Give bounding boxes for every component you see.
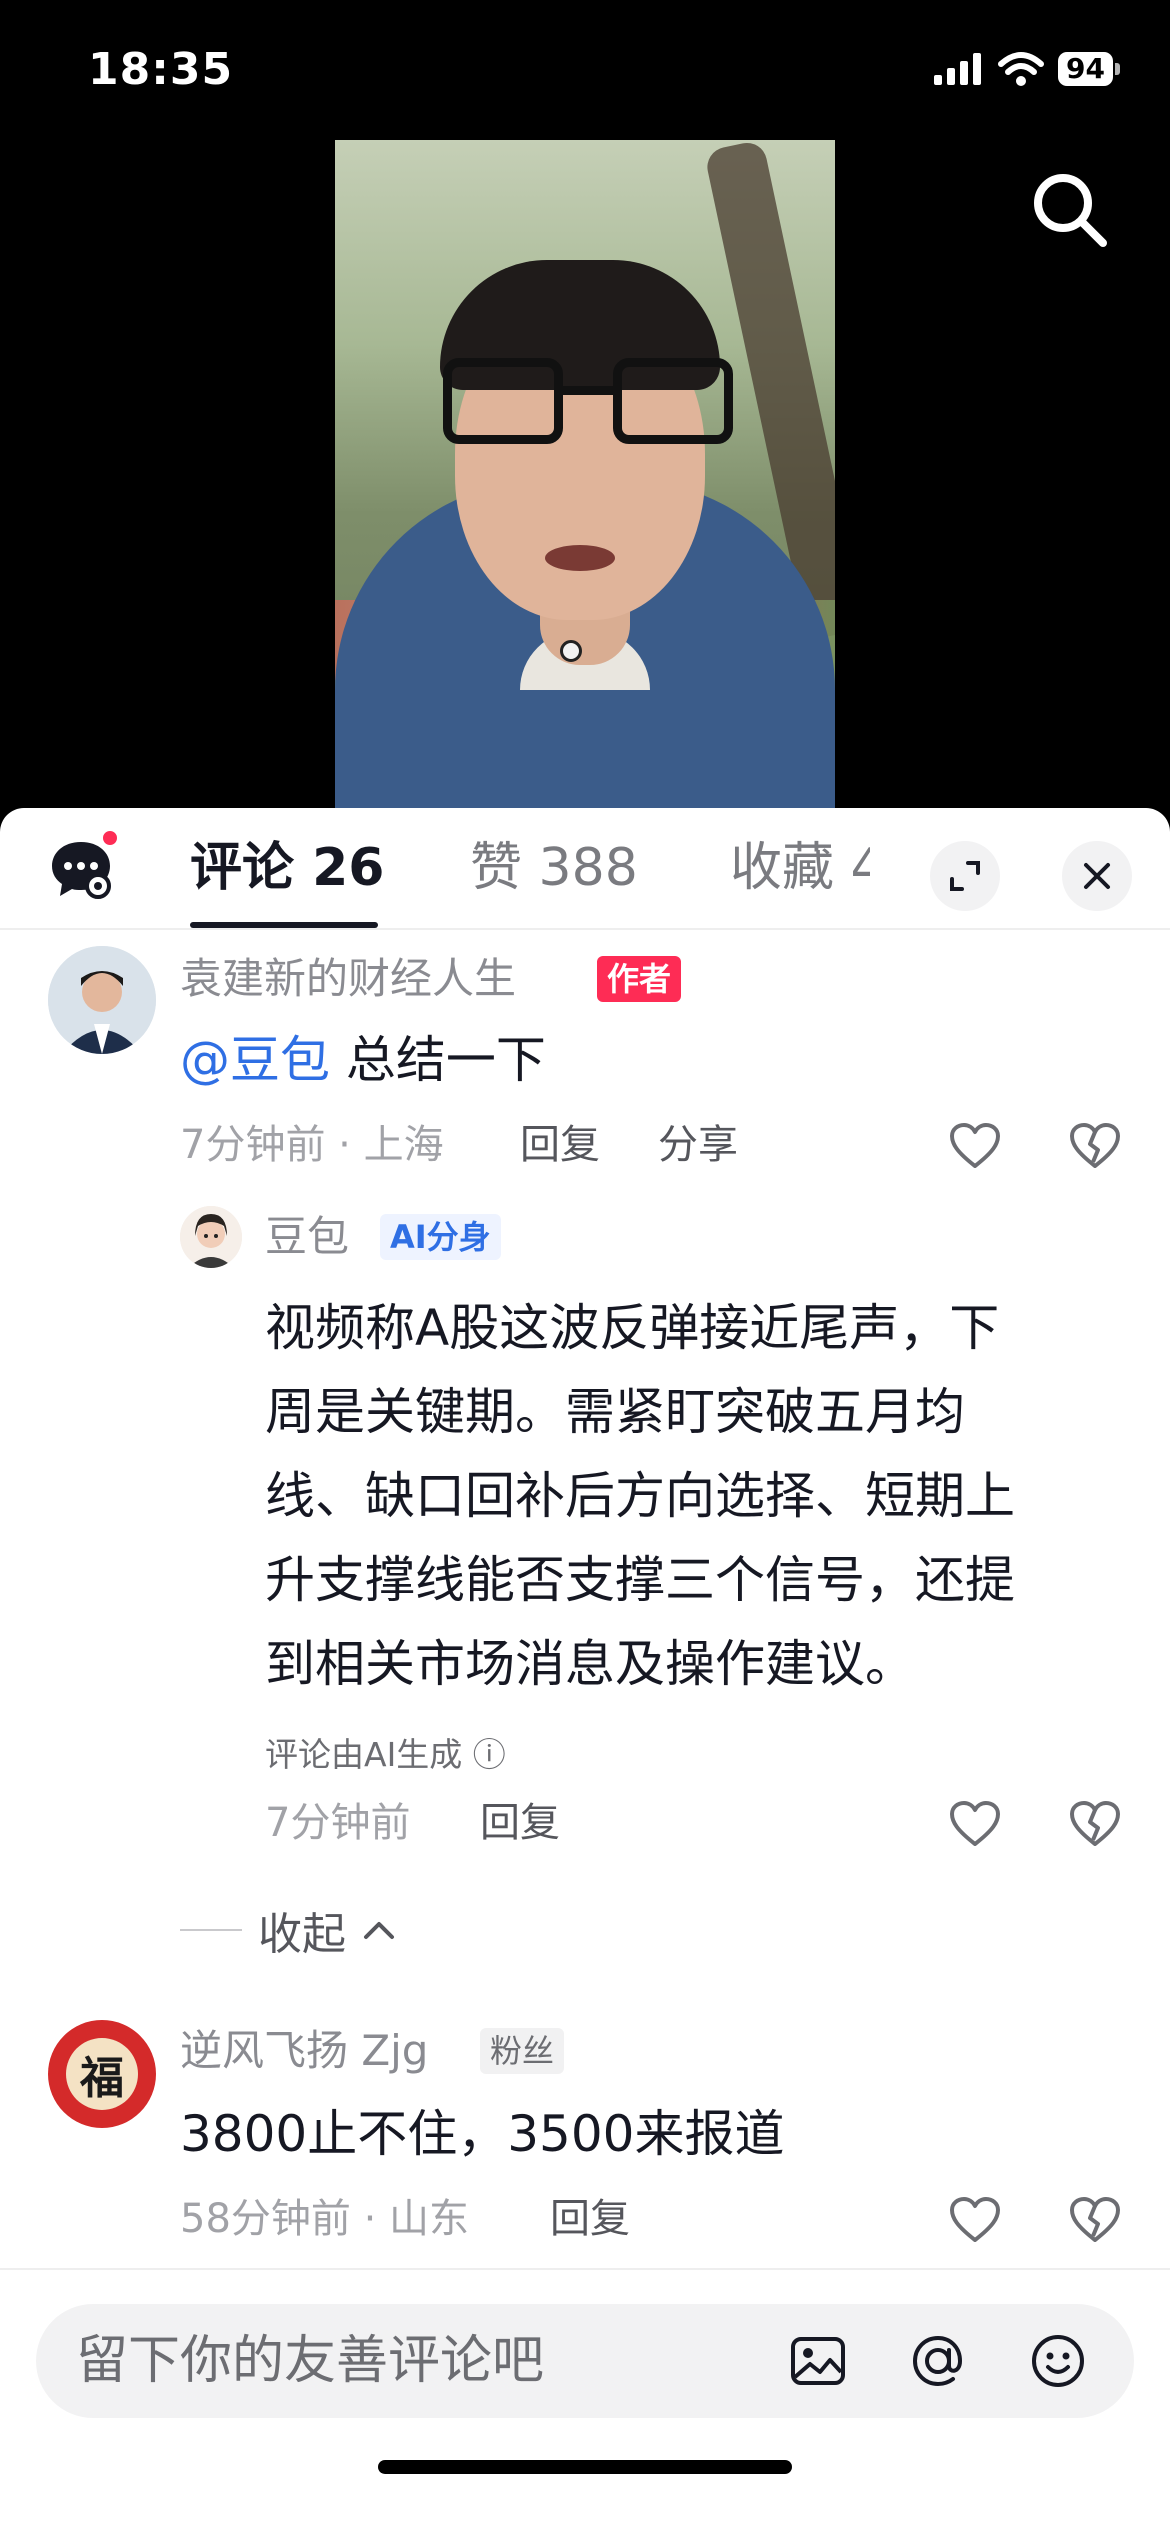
home-indicator xyxy=(378,2460,792,2474)
emoji-button[interactable] xyxy=(1028,2331,1088,2391)
search-button[interactable] xyxy=(1020,160,1120,260)
image-button[interactable] xyxy=(788,2331,848,2391)
tab-favorites[interactable]: 收藏 4 xyxy=(730,838,870,898)
dislike-icon xyxy=(1070,1123,1120,1168)
author-dislike-button[interactable] xyxy=(1065,1116,1125,1176)
fan-avatar[interactable]: 福 xyxy=(48,2020,156,2128)
fan-badge: 粉丝 xyxy=(480,2028,565,2074)
collapse-replies-button[interactable]: 收起 xyxy=(180,1898,396,1962)
author-reply-button[interactable]: 回复 xyxy=(520,1120,600,1170)
author-badge: 作者 xyxy=(597,956,682,1002)
close-icon xyxy=(1084,863,1110,889)
ai-mention-link[interactable]: @豆包 xyxy=(180,1031,330,1089)
close-button[interactable] xyxy=(1062,841,1132,911)
collapse-divider xyxy=(180,1929,242,1931)
dislike-icon xyxy=(1070,2197,1120,2242)
fan-comment-text: 3800止不住，3500来报道 xyxy=(180,2105,785,2163)
tab-bar: 评论 26 赞 388 收藏 4 xyxy=(0,808,1170,930)
chat-settings-icon[interactable] xyxy=(48,838,114,900)
tab-comments[interactable]: 评论 26 xyxy=(190,838,384,898)
tab-active-indicator xyxy=(190,922,378,928)
ai-avatar[interactable] xyxy=(180,1206,242,1268)
ai-reply-line: 升支撑线能否支撑三个信号，还提 xyxy=(265,1551,1015,1609)
ai-reply-button[interactable]: 回复 xyxy=(480,1798,560,1848)
fan-avatar-char: 福 xyxy=(80,2053,124,2104)
battery-level: 94 xyxy=(1058,52,1113,86)
ai-dislike-button[interactable] xyxy=(1065,1794,1125,1854)
dislike-icon xyxy=(1070,1801,1120,1846)
expand-icon xyxy=(950,861,980,891)
video-mouth xyxy=(545,545,615,571)
ai-like-button[interactable] xyxy=(945,1794,1005,1854)
ai-reply-line: 视频称A股这波反弹接近尾声，下 xyxy=(265,1299,1000,1357)
wifi-icon xyxy=(998,52,1045,86)
fan-reply-button[interactable]: 回复 xyxy=(550,2194,630,2244)
author-share-button[interactable]: 分享 xyxy=(658,1120,738,1170)
collapse-label: 收起 xyxy=(258,1909,346,1960)
author-comment-body: 总结一下 xyxy=(330,1031,546,1089)
comment-input-container xyxy=(36,2304,1134,2418)
tab-likes[interactable]: 赞 388 xyxy=(470,838,638,898)
comment-input[interactable] xyxy=(76,2324,776,2398)
fan-comment-meta: 58分钟前 · 山东 xyxy=(180,2196,470,2242)
battery-icon: 94 xyxy=(1058,52,1120,86)
video-player[interactable] xyxy=(335,140,835,820)
author-comment-meta: 7分钟前 · 上海 xyxy=(180,1122,444,1168)
status-icons: 94 xyxy=(934,52,1120,86)
author-username[interactable]: 袁建新的财经人生 xyxy=(180,954,516,1004)
chevron-up-icon xyxy=(364,1922,394,1939)
status-bar: 18:35 94 xyxy=(0,0,1170,140)
signal-icon xyxy=(934,53,982,85)
heart-icon xyxy=(950,1123,1000,1168)
image-icon xyxy=(791,2337,845,2385)
ai-reply-line: 到相关市场消息及操作建议。 xyxy=(265,1635,915,1693)
heart-icon xyxy=(950,2197,1000,2242)
fan-username[interactable]: 逆风飞扬 Zjg xyxy=(180,2026,428,2076)
ai-reply-line: 线、缺口回补后方向选择、短期上 xyxy=(265,1467,1015,1525)
battery-tip xyxy=(1115,63,1120,75)
author-avatar[interactable] xyxy=(48,946,156,1054)
author-like-button[interactable] xyxy=(945,1116,1005,1176)
fan-like-button[interactable] xyxy=(945,2190,1005,2250)
ai-reply-line: 周是关键期。需紧盯突破五月均 xyxy=(265,1383,965,1441)
ai-reply-time: 7分钟前 xyxy=(265,1800,411,1846)
mention-button[interactable] xyxy=(908,2331,968,2391)
comment-sheet: 评论 26 赞 388 收藏 4 袁建新的财经人生 作者 @豆包 总结一下 7分… xyxy=(0,808,1170,2532)
search-icon xyxy=(1034,174,1107,247)
video-mic xyxy=(560,640,582,662)
status-time: 18:35 xyxy=(88,44,234,95)
author-comment-text: @豆包 总结一下 xyxy=(180,1030,546,1090)
ai-badge: AI分身 xyxy=(380,1214,501,1260)
comment-input-bar xyxy=(0,2268,1170,2532)
notification-dot xyxy=(100,828,120,848)
ai-reply-text: 视频称A股这波反弹接近尾声，下 周是关键期。需紧盯突破五月均 线、缺口回补后方向… xyxy=(265,1286,1125,1706)
emoji-icon xyxy=(1032,2335,1084,2387)
ai-username[interactable]: 豆包 xyxy=(265,1212,349,1262)
at-icon xyxy=(912,2335,963,2387)
fan-avatar-seal: 福 xyxy=(66,2038,138,2110)
video-glasses xyxy=(443,358,733,448)
heart-icon xyxy=(950,1801,1000,1846)
ai-generated-note[interactable]: 评论由AI生成 ⓘ xyxy=(265,1733,506,1777)
expand-button[interactable] xyxy=(930,841,1000,911)
fan-dislike-button[interactable] xyxy=(1065,2190,1125,2250)
